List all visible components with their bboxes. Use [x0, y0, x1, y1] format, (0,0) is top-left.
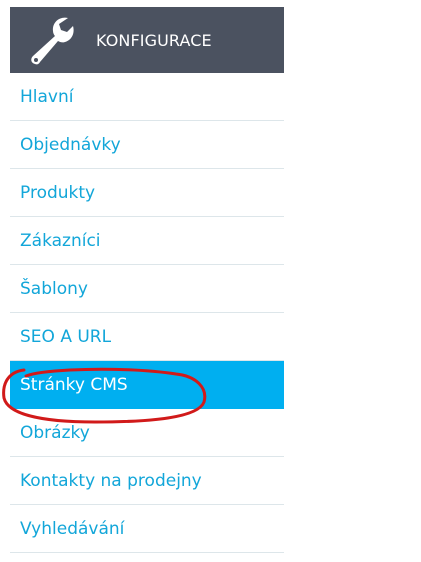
menu-item-vyhledavani[interactable]: Vyhledávání: [10, 505, 284, 553]
wrench-icon: [22, 12, 78, 68]
menu-item-hlavni[interactable]: Hlavní: [10, 73, 284, 121]
menu-item-kontakty-na-prodejny[interactable]: Kontakty na prodejny: [10, 457, 284, 505]
menu-item-objednavky[interactable]: Objednávky: [10, 121, 284, 169]
menu-item-zakaznici[interactable]: Zákazníci: [10, 217, 284, 265]
menu-item-stranky-cms[interactable]: Stránky CMS: [10, 361, 284, 409]
menu-list: Hlavní Objednávky Produkty Zákazníci Šab…: [10, 73, 284, 553]
menu-item-obrazky[interactable]: Obrázky: [10, 409, 284, 457]
menu-item-produkty[interactable]: Produkty: [10, 169, 284, 217]
configuration-menu: KONFIGURACE Hlavní Objednávky Produkty Z…: [10, 7, 284, 553]
menu-header-title: KONFIGURACE: [96, 30, 212, 50]
menu-header[interactable]: KONFIGURACE: [10, 7, 284, 73]
menu-item-sablony[interactable]: Šablony: [10, 265, 284, 313]
menu-item-seo-url[interactable]: SEO A URL: [10, 313, 284, 361]
